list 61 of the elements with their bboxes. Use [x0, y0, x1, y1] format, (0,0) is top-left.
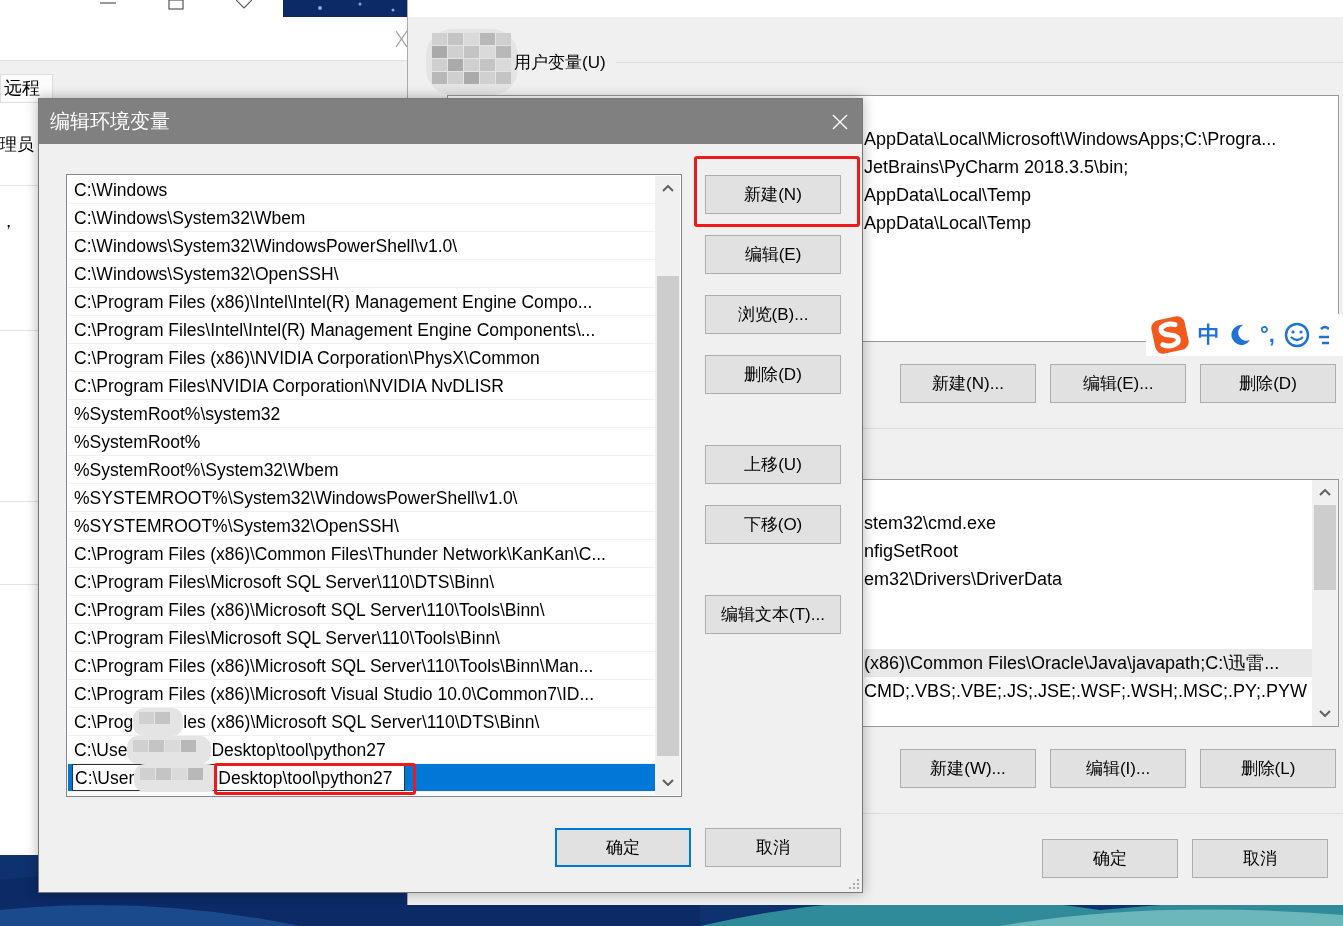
tab[interactable]: 远程	[0, 74, 53, 102]
dialog-title: 编辑环境变量	[50, 109, 170, 134]
list-row[interactable]: C:\Prog les (x86)\Microsoft SQL Server\110\DTS\Binn\	[68, 708, 655, 736]
list-row[interactable]: em32\Drivers\DriverData	[864, 565, 1312, 593]
list-row[interactable]: C:\Program Files\NVIDIA Corporation\NVIDIA NvDLISR	[68, 372, 655, 400]
list-row[interactable]: stem32\cmd.exe	[864, 509, 1312, 537]
list-row[interactable]: (x86)\Common Files\Oracle\Java\javapath;C:\迅雷...	[864, 649, 1312, 677]
list-row[interactable]: C:\Windows\System32\OpenSSH\	[68, 260, 655, 288]
list-row[interactable]: C:\Program Files (x86)\Microsoft SQL Server\110\Tools\Binn\Man...	[68, 652, 655, 680]
body-text: ，	[0, 211, 17, 233]
list-row[interactable]: C:\Program Files (x86)\Microsoft SQL Server\110\Tools\Binn\	[68, 596, 655, 624]
list-row[interactable]: C:\Program Files (x86)\NVIDIA Corporation\PhysX\Common	[68, 344, 655, 372]
button[interactable]: 确定	[1042, 839, 1178, 878]
path-text: C:\Prog	[74, 710, 134, 734]
input-mode-toggle[interactable]: 中	[1198, 320, 1220, 350]
list-row[interactable]: %SYSTEMROOT%\System32\OpenSSH\	[68, 512, 655, 540]
button[interactable]: 确定	[555, 828, 691, 867]
list-row[interactable]: C:\Windows\System32\WindowsPowerShell\v1.0\	[68, 232, 655, 260]
button[interactable]: 下移(O)	[705, 505, 841, 544]
group-label: 用户变量(U)	[514, 51, 606, 74]
button[interactable]: 删除(L)	[1200, 749, 1336, 788]
list-row[interactable]: C:\Program Files (x86)\Common Files\Thunder Network\KanKan\C...	[68, 540, 655, 568]
list-row[interactable]: %SystemRoot%\system32	[68, 400, 655, 428]
button[interactable]: 新建(W)...	[900, 749, 1036, 788]
button[interactable]: 新建(N)	[705, 175, 841, 214]
list-row[interactable]: C:\Program Files (x86)\Microsoft Visual Studio 10.0\Common7\ID...	[68, 680, 655, 708]
list-row[interactable]: C:\Program Files (x86)\Intel\Intel(R) Management Engine Compo...	[68, 288, 655, 316]
path-text: C:\Use	[74, 738, 128, 762]
button[interactable]: 取消	[705, 828, 841, 867]
list-row[interactable]: %SystemRoot%	[68, 428, 655, 456]
button[interactable]: 取消	[1192, 839, 1328, 878]
button[interactable]: 编辑文本(T)...	[705, 595, 841, 634]
button[interactable]: 编辑(I)...	[1050, 749, 1186, 788]
list-row[interactable]: C:\Program Files\Microsoft SQL Server\110\DTS\Binn\	[68, 568, 655, 596]
path-text: les (x86)\Microsoft SQL Server\110\DTS\Binn\	[183, 710, 540, 734]
list-row[interactable]: %SYSTEMROOT%\System32\WindowsPowerShell\v1.0\	[68, 484, 655, 512]
list-row[interactable]: C:\Windows\System32\Wbem	[68, 204, 655, 232]
list-row[interactable]: AppData\Local\Temp	[864, 181, 1338, 209]
path-text: Desktop\tool\python27	[218, 766, 393, 790]
button[interactable]: 上移(U)	[705, 445, 841, 484]
list-row[interactable]: %SystemRoot%\System32\Wbem	[68, 456, 655, 484]
button[interactable]: 删除(D)	[705, 355, 841, 394]
list-row[interactable]: JetBrains\PyCharm 2018.3.5\bin;	[864, 153, 1338, 181]
list-row[interactable]: C:\Program Files\Intel\Intel(R) Management Engine Components\...	[68, 316, 655, 344]
punctuation-toggle[interactable]: °,	[1260, 322, 1275, 348]
button[interactable]: 浏览(B)...	[705, 295, 841, 334]
list-row[interactable]: C:\Program Files\Microsoft SQL Server\110\Tools\Binn\	[68, 624, 655, 652]
button[interactable]: 编辑(E)...	[1050, 364, 1186, 403]
button[interactable]: 删除(D)	[1200, 364, 1336, 403]
input-field[interactable]: C:\User Desktop\tool\python27	[72, 764, 406, 791]
button[interactable]: 编辑(E)	[705, 235, 841, 274]
list-row[interactable]: C:\User Desktop\tool\python27	[68, 764, 655, 792]
list-row[interactable]: nfigSetRoot	[864, 537, 1312, 565]
list-row[interactable]: AppData\Local\Temp	[864, 209, 1338, 237]
list-row[interactable]: C:\Windows	[68, 176, 655, 204]
button[interactable]: 新建(N)...	[900, 364, 1036, 403]
path-text: Desktop\tool\python27	[211, 738, 386, 762]
list-row[interactable]: CMD;.VBS;.VBE;.JS;.JSE;.WSF;.WSH;.MSC;.PY;.PYW	[864, 677, 1312, 705]
body-text: 理员	[0, 133, 34, 156]
list-row[interactable]: AppData\Local\Microsoft\WindowsApps;C:\Progra...	[864, 125, 1338, 153]
path-text: C:\User	[75, 766, 135, 790]
